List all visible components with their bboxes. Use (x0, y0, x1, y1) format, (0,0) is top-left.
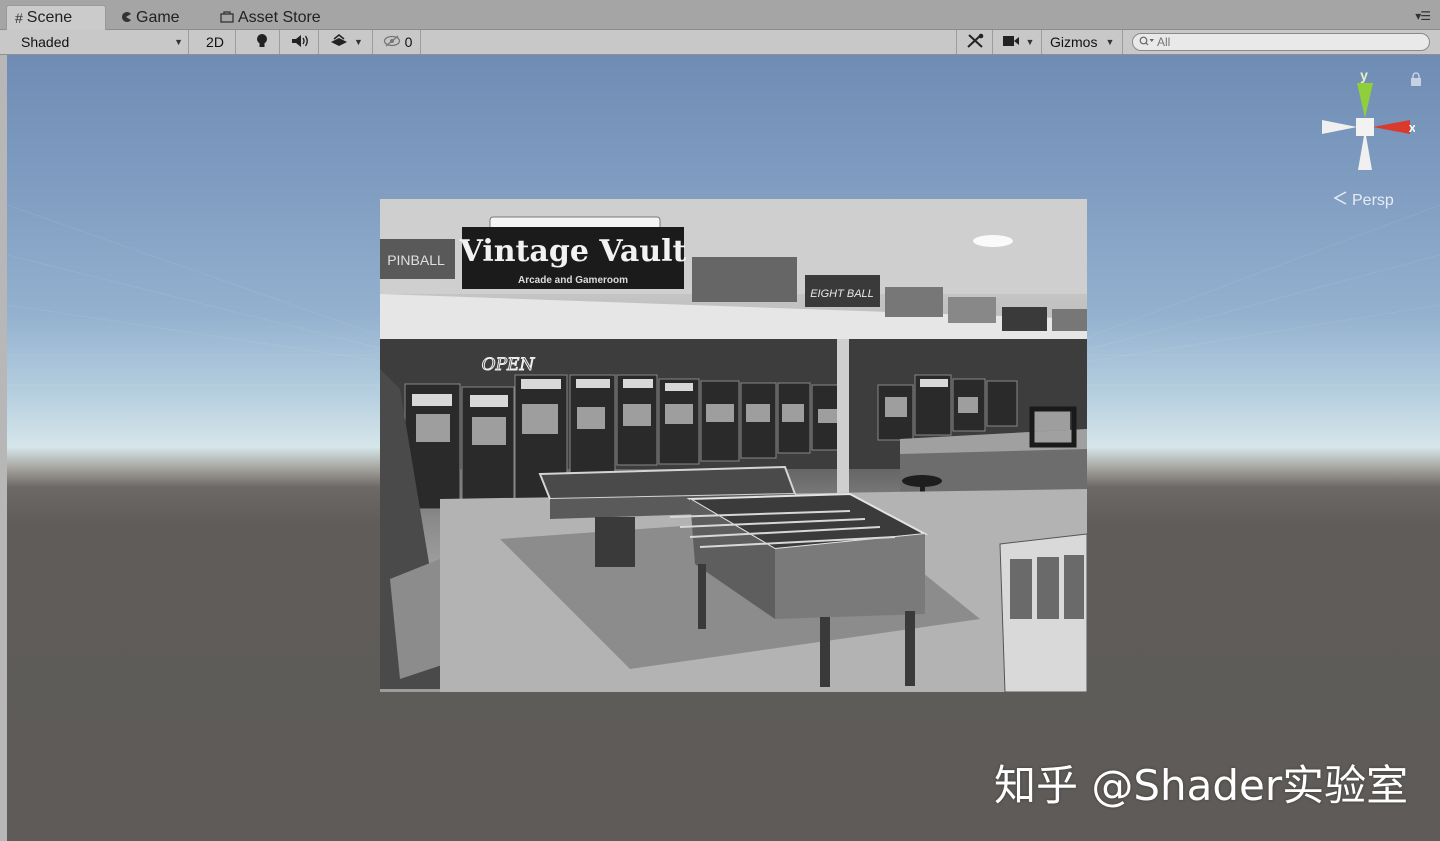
speaker-icon (290, 34, 310, 51)
camera-dropdown[interactable]: ▼ (995, 30, 1042, 54)
search-icon (1139, 35, 1155, 49)
gizmo-center-cube[interactable] (1356, 118, 1374, 136)
arcade-photo: Vintage Vault Arcade and Gameroom PINBAL… (380, 199, 1087, 692)
axis-x-label: x (1409, 120, 1415, 135)
scene-toolbar: Shaded ▼ 2D ▼ 0 ▼ Gizmos ▼ All (0, 30, 1440, 55)
axis-x-cone[interactable] (1373, 120, 1410, 134)
panel-edge (0, 55, 7, 841)
sign-title: Vintage Vault (459, 234, 687, 269)
gizmos-dropdown[interactable]: Gizmos ▼ (1044, 30, 1123, 54)
lock-icon[interactable] (1410, 72, 1422, 86)
axis-neg-x-cone[interactable] (1322, 120, 1357, 134)
tab-scene[interactable]: # Scene (6, 5, 106, 30)
tab-scene-label: Scene (26, 9, 73, 26)
gizmos-label: Gizmos (1050, 34, 1098, 50)
sign-subtitle: Arcade and Gameroom (518, 275, 628, 286)
tab-asset-store-label: Asset Store (238, 8, 321, 26)
chevron-down-icon: ▼ (174, 37, 183, 47)
lightbulb-icon (256, 33, 268, 52)
pacman-icon (120, 10, 132, 26)
chevron-left-icon (1333, 191, 1347, 210)
scene-viewport[interactable]: Vintage Vault Arcade and Gameroom PINBAL… (7, 55, 1440, 841)
scene-quad-image[interactable]: Vintage Vault Arcade and Gameroom PINBAL… (380, 199, 1087, 692)
axis-y-cone[interactable] (1357, 83, 1373, 118)
sign-open: OPEN (482, 355, 536, 375)
tab-game[interactable]: Game (112, 5, 202, 30)
draw-mode-label: Shaded (21, 34, 70, 50)
search-input[interactable] (1157, 35, 1407, 49)
tab-game-label: Game (136, 8, 180, 26)
axis-y-label: y (1360, 68, 1368, 83)
layers-icon (330, 33, 348, 51)
sign-eight-ball: EIGHT BALL (810, 288, 874, 300)
sign-pinball: PINBALL (387, 252, 445, 268)
lighting-toggle-button[interactable] (244, 30, 280, 54)
hash-icon: # (15, 10, 23, 26)
watermark-text: 知乎 @Shader实验室 (994, 761, 1409, 810)
camera-icon (1002, 34, 1020, 50)
hidden-objects-toggle[interactable]: 0 (375, 30, 421, 54)
editor-tab-bar: # Scene Game Asset Store ▾☰ (0, 0, 1440, 30)
draw-mode-dropdown[interactable]: Shaded ▼ (12, 30, 189, 54)
tab-asset-store[interactable]: Asset Store (212, 5, 352, 30)
orientation-gizmo[interactable]: y x (1315, 68, 1415, 178)
hidden-count: 0 (404, 34, 413, 50)
toggle-2d-label: 2D (206, 34, 224, 50)
tools-button[interactable] (956, 30, 993, 54)
tools-icon (966, 33, 984, 52)
projection-toggle[interactable]: Persp (1333, 191, 1394, 210)
chevron-down-icon: ▼ (354, 37, 363, 47)
bag-icon (220, 10, 234, 26)
chevron-down-icon: ▼ (1025, 37, 1035, 47)
audio-toggle-button[interactable] (282, 30, 319, 54)
effects-dropdown[interactable]: ▼ (321, 30, 373, 54)
toggle-2d-button[interactable]: 2D (195, 30, 236, 54)
chevron-down-icon: ▼ (1105, 37, 1115, 47)
projection-label: Persp (1352, 191, 1394, 209)
scene-search-box[interactable] (1132, 33, 1430, 51)
eye-slash-icon (383, 34, 401, 50)
tab-menu-icon[interactable]: ▾☰ (1415, 9, 1431, 23)
